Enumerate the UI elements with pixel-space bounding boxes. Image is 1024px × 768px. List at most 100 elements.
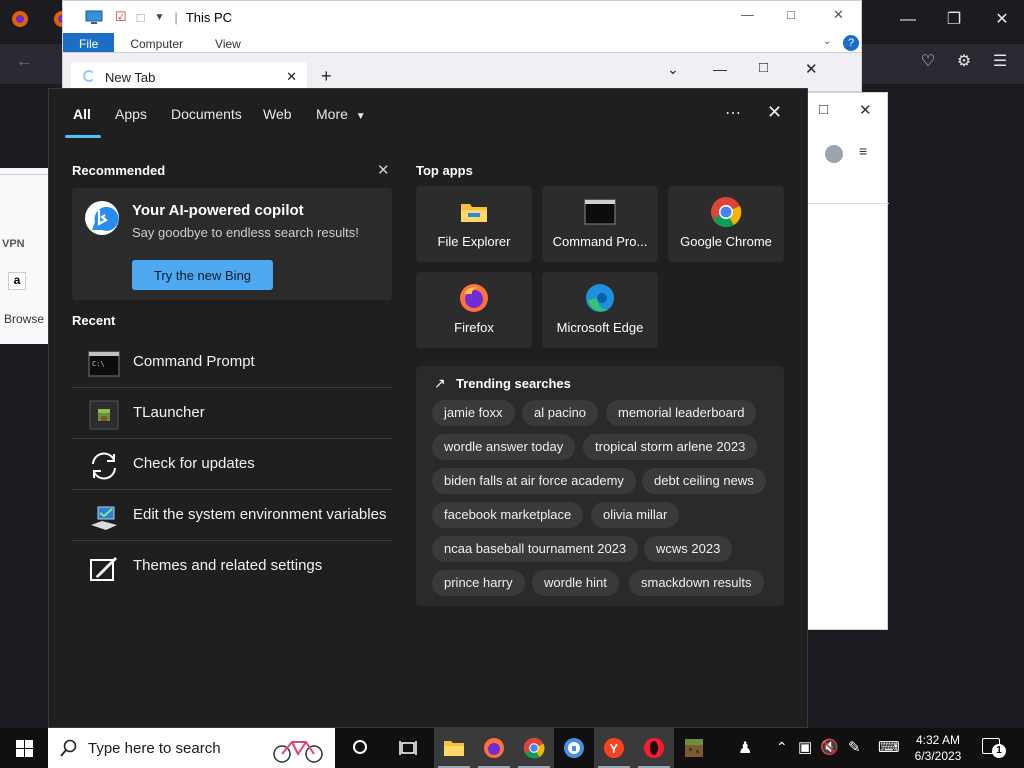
extensions-icon[interactable]: ⚙ (950, 52, 978, 76)
new-tab-plus-icon[interactable]: + (321, 66, 332, 87)
maximize-icon[interactable]: □ (787, 7, 795, 22)
command-prompt-icon: C:\ (88, 351, 120, 377)
trending-chip[interactable]: memorial leaderboard (606, 400, 757, 426)
ribbon-tab-view[interactable]: View (199, 33, 257, 54)
people-icon[interactable]: ♟ (738, 738, 752, 758)
maximize-icon[interactable]: □ (819, 101, 828, 118)
app-tile-google-chrome[interactable]: Google Chrome (668, 186, 784, 262)
volume-muted-icon[interactable]: 🔇 (820, 738, 839, 756)
taskbar-minecraft[interactable] (674, 728, 714, 768)
more-options-icon[interactable]: ⋯ (725, 103, 742, 123)
app-tile-command-prompt[interactable]: Command Pro... (542, 186, 658, 262)
app-tile-label: Google Chrome (680, 234, 772, 249)
taskbar-firefox[interactable] (474, 728, 514, 768)
vpn-label[interactable]: VPN (2, 238, 25, 250)
bing-card-subtext: Say goodbye to endless search results! (132, 225, 359, 240)
recent-item-command-prompt[interactable]: C:\ Command Prompt (72, 338, 392, 388)
taskbar-yandex[interactable]: Y (594, 728, 634, 768)
bing-copilot-card[interactable]: Your AI-powered copilot Say goodbye to e… (72, 188, 392, 300)
tab-apps[interactable]: Apps (115, 106, 147, 122)
svg-text:Y: Y (610, 741, 619, 756)
trending-chip[interactable]: wcws 2023 (644, 536, 733, 562)
task-view-button[interactable] (388, 728, 428, 768)
ribbon-tab-computer[interactable]: Computer (114, 33, 199, 54)
recent-item-check-for-updates[interactable]: Check for updates (72, 440, 392, 490)
trending-chip[interactable]: tropical storm arlene 2023 (583, 434, 758, 460)
menu-icon[interactable]: ☰ (986, 52, 1014, 76)
recent-item-themes[interactable]: Themes and related settings (72, 542, 392, 592)
close-icon[interactable]: ✕ (988, 10, 1016, 34)
network-icon[interactable]: ▣ (798, 738, 812, 756)
back-arrow-icon[interactable]: ← (10, 52, 38, 76)
themes-icon (90, 557, 117, 581)
trending-chip[interactable]: al pacino (522, 400, 599, 426)
show-hidden-icons-chevron-icon[interactable]: ⌃ (776, 739, 788, 756)
pen-workspace-icon[interactable]: ✎ (848, 738, 861, 756)
trending-chip[interactable]: wordle answer today (432, 434, 576, 460)
notifications-button[interactable]: 1 (982, 738, 1006, 758)
recent-item-label: Check for updates (133, 455, 255, 472)
quick-access-dropdown-icon[interactable]: ▼ (155, 12, 165, 23)
firefox-tab-icon[interactable] (6, 10, 34, 34)
restore-icon[interactable]: ❐ (940, 10, 968, 34)
cortana-button[interactable] (340, 728, 380, 768)
pocket-icon[interactable]: ♡ (914, 52, 942, 76)
trending-chip[interactable]: wordle hint (532, 570, 619, 596)
maximize-icon[interactable]: □ (759, 59, 768, 76)
background-page-left: VPN a Browse (0, 168, 48, 344)
edge-icon (586, 284, 614, 312)
taskbar-chrome[interactable] (514, 728, 554, 768)
recent-item-environment-variables[interactable]: Edit the system environment variables (72, 491, 392, 541)
trending-chip[interactable]: jamie foxx (432, 400, 515, 426)
amazon-icon[interactable]: a (8, 272, 26, 290)
app-tile-microsoft-edge[interactable]: Microsoft Edge (542, 272, 658, 348)
help-icon[interactable]: ? (843, 35, 859, 51)
close-icon[interactable]: ✕ (767, 102, 782, 123)
tab-documents[interactable]: Documents (171, 106, 242, 122)
app-tile-firefox[interactable]: Firefox (416, 272, 532, 348)
tab-all[interactable]: All (73, 106, 91, 122)
trending-chip[interactable]: ncaa baseball tournament 2023 (432, 536, 639, 562)
account-icon[interactable] (825, 145, 843, 163)
minimize-icon[interactable]: — (713, 61, 727, 77)
taskbar-search-box[interactable]: Type here to search (48, 728, 335, 768)
trending-chip[interactable]: smackdown results (629, 570, 764, 596)
tab-web[interactable]: Web (263, 106, 292, 122)
ribbon-tab-file[interactable]: File (63, 33, 115, 54)
file-explorer-icon (444, 741, 464, 756)
trending-chip[interactable]: olivia millar (591, 502, 680, 528)
settings-sliders-icon[interactable]: ≡ (859, 143, 867, 159)
yandex-icon: Y (604, 738, 624, 758)
recent-heading: Recent (72, 313, 116, 328)
new-folder-icon[interactable]: □ (137, 10, 145, 25)
try-new-bing-button[interactable]: Try the new Bing (132, 260, 273, 290)
minimize-icon[interactable]: — (894, 10, 922, 34)
recent-item-label: TLauncher (133, 404, 205, 421)
chevron-down-icon[interactable]: ⌄ (667, 61, 679, 78)
close-tab-icon[interactable]: ✕ (286, 69, 297, 85)
taskbar: Type here to search Y ♟ ⌃ ▣ 🔇 ✎ ⌨ 4:32 A… (0, 728, 1024, 768)
minimize-icon[interactable]: — (741, 7, 754, 22)
taskbar-file-explorer[interactable] (434, 728, 474, 768)
recent-item-tlauncher[interactable]: TLauncher (72, 389, 392, 439)
tab-title: New Tab (105, 70, 156, 85)
start-button[interactable] (4, 728, 44, 768)
trending-chip[interactable]: prince harry (432, 570, 525, 596)
close-icon[interactable]: ✕ (805, 60, 818, 78)
trending-chip[interactable]: biden falls at air force academy (432, 468, 636, 494)
close-icon[interactable]: ✕ (833, 7, 844, 23)
trending-chip[interactable]: debt ceiling news (642, 468, 766, 494)
trending-chip[interactable]: facebook marketplace (432, 502, 584, 528)
taskbar-secure-browser[interactable] (554, 728, 594, 768)
properties-icon[interactable]: ☑ (115, 9, 127, 25)
tab-more[interactable]: More ▼ (316, 106, 366, 122)
clock[interactable]: 4:32 AM 6/3/2023 (906, 731, 970, 765)
keyboard-icon[interactable]: ⌨ (878, 738, 900, 756)
app-tile-file-explorer[interactable]: File Explorer (416, 186, 532, 262)
dismiss-recommended-icon[interactable]: ✕ (377, 161, 390, 179)
close-icon[interactable]: ✕ (859, 101, 872, 119)
browser-window-newtab: New Tab ✕ + ⌄ — □ ✕ (62, 52, 862, 94)
opera-icon (644, 738, 664, 758)
taskbar-opera[interactable] (634, 728, 674, 768)
chevron-down-icon[interactable]: ⌄ (823, 36, 831, 47)
